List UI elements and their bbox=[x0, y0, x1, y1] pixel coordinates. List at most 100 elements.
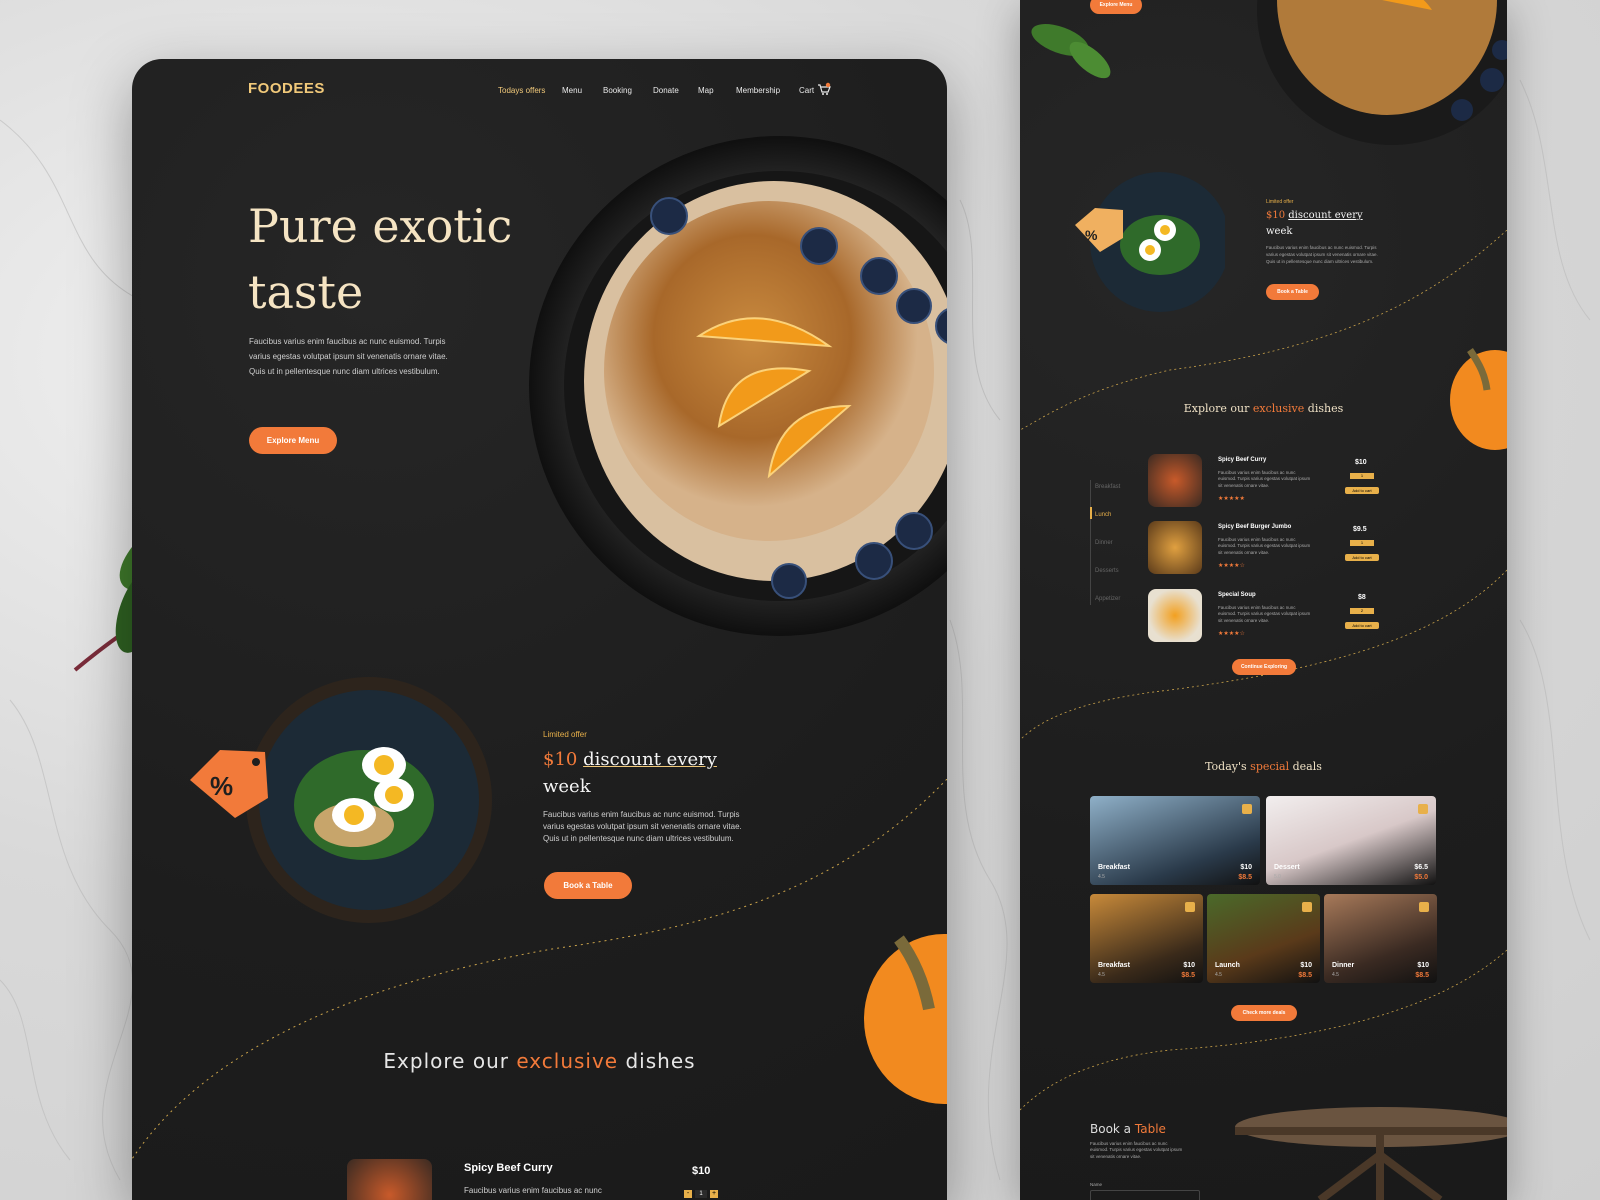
wooden-table-image bbox=[1235, 1107, 1507, 1200]
cart-icon[interactable] bbox=[817, 82, 831, 96]
pumpkin-decoration bbox=[864, 934, 947, 1104]
nav-todays-offers[interactable]: Todays offers bbox=[498, 86, 545, 95]
dish-thumbnail[interactable] bbox=[1148, 454, 1202, 507]
deal-card[interactable]: Breakfast 4.5 $10 $8.5 bbox=[1090, 894, 1203, 983]
deals-title-post: deals bbox=[1292, 760, 1322, 773]
name-field-label: Name bbox=[1090, 1182, 1103, 1187]
explore-menu-button[interactable]: Explore Menu bbox=[249, 427, 337, 454]
bookmark-icon[interactable] bbox=[1242, 804, 1252, 814]
quantity-value[interactable]: 1 bbox=[695, 1190, 707, 1198]
dotted-curve-divider bbox=[132, 779, 947, 1160]
book-title-pre: Book a bbox=[1090, 1122, 1132, 1136]
deal-label: Dinner bbox=[1332, 962, 1355, 969]
offer-eyebrow: Limited offer bbox=[543, 730, 587, 739]
add-to-cart-button[interactable]: Add to cart bbox=[1345, 487, 1379, 494]
side-offer-price: $10 bbox=[1266, 210, 1286, 221]
hero-description: Faucibus varius enim faucibus ac nunc eu… bbox=[249, 337, 448, 377]
continue-exploring-button[interactable]: Continue Exploring bbox=[1232, 659, 1296, 675]
add-to-cart-button[interactable]: Add to cart bbox=[1345, 622, 1379, 629]
dish-name: Spicy Beef Curry bbox=[1218, 457, 1267, 463]
pancake-skillet-image bbox=[529, 136, 947, 636]
deals-title: Today's special deals bbox=[1020, 760, 1507, 773]
offer-price: $10 bbox=[543, 749, 578, 770]
name-input[interactable] bbox=[1090, 1190, 1200, 1200]
dish-thumbnail[interactable] bbox=[1148, 589, 1202, 642]
nav-map[interactable]: Map bbox=[698, 86, 714, 95]
quantity-stepper[interactable]: - 1 + bbox=[684, 1190, 718, 1198]
hero-title-line1: Pure exotic bbox=[248, 199, 513, 253]
nav-membership[interactable]: Membership bbox=[736, 86, 780, 95]
deal-price: $8.5 bbox=[1415, 972, 1429, 979]
check-more-deals-button[interactable]: Check more deals bbox=[1231, 1005, 1297, 1021]
dish-description: Faucibus varius enim faucibus ac nunc eu… bbox=[1218, 537, 1311, 555]
quantity-stepper[interactable]: 2 bbox=[1350, 608, 1374, 614]
offer-title-a: discount every bbox=[583, 749, 717, 770]
deal-old-price: $6.5 bbox=[1414, 864, 1428, 871]
side-dotted-curves bbox=[1020, 230, 1507, 1111]
bookmark-icon[interactable] bbox=[1418, 804, 1428, 814]
dish-name: Special Soup bbox=[1218, 592, 1256, 598]
deal-rating: 4.5 bbox=[1332, 972, 1339, 978]
deal-label: Dessert bbox=[1274, 864, 1300, 871]
category-breakfast[interactable]: Breakfast bbox=[1095, 484, 1120, 490]
explore-title-highlight: exclusive bbox=[516, 1049, 619, 1073]
book-table-description: Faucibus varius enim faucibus ac nunc eu… bbox=[1090, 1141, 1183, 1159]
side-explore-title-pre: Explore our bbox=[1183, 402, 1250, 415]
category-rail bbox=[1090, 480, 1091, 605]
side-explore-title-post: dishes bbox=[1307, 402, 1344, 415]
category-desserts[interactable]: Desserts bbox=[1095, 568, 1119, 574]
nav-donate[interactable]: Donate bbox=[653, 86, 679, 95]
explore-title-pre: Explore our bbox=[383, 1049, 509, 1073]
explore-title-post: dishes bbox=[625, 1049, 696, 1073]
add-to-cart-button[interactable]: Add to cart bbox=[1345, 554, 1379, 561]
quantity-stepper[interactable]: 1 bbox=[1350, 540, 1374, 546]
nav-cart[interactable]: Cart bbox=[799, 86, 814, 95]
hero-title-line2: taste bbox=[248, 265, 364, 319]
dish-rating-stars: ★★★★☆ bbox=[1218, 631, 1245, 637]
dish-price: $8 bbox=[1358, 594, 1366, 601]
side-page-preview: Explore Menu % Limited offer $10 discoun… bbox=[1020, 0, 1507, 1200]
decrement-button[interactable]: - bbox=[684, 1190, 692, 1198]
deal-label: Breakfast bbox=[1098, 962, 1130, 969]
dish-thumbnail[interactable] bbox=[347, 1159, 432, 1200]
book-title-highlight: Table bbox=[1134, 1122, 1166, 1136]
dish-name: Spicy Beef Burger Jumbo bbox=[1218, 524, 1292, 530]
side-basil-decoration bbox=[1031, 24, 1111, 79]
deal-price: $8.5 bbox=[1181, 972, 1195, 979]
dish-description: Faucibus varius enim faucibus ac nunc bbox=[464, 1186, 602, 1195]
deal-card[interactable]: Breakfast 4.5 $10 $8.5 bbox=[1090, 796, 1260, 885]
dish-price: $10 bbox=[692, 1165, 711, 1177]
nav-booking[interactable]: Booking bbox=[603, 86, 632, 95]
deal-old-price: $10 bbox=[1183, 962, 1195, 969]
side-explore-title: Explore our exclusive dishes bbox=[1020, 402, 1507, 415]
side-offer-eyebrow: Limited offer bbox=[1266, 199, 1294, 205]
category-dinner[interactable]: Dinner bbox=[1095, 540, 1113, 546]
category-lunch[interactable]: Lunch bbox=[1095, 512, 1111, 518]
quantity-stepper[interactable]: 1 bbox=[1350, 473, 1374, 479]
deal-card[interactable]: Dinner 4.5 $10 $8.5 bbox=[1324, 894, 1437, 983]
deal-price: $8.5 bbox=[1238, 874, 1252, 881]
side-skillet-image bbox=[1257, 0, 1507, 145]
dish-thumbnail[interactable] bbox=[1148, 521, 1202, 574]
nav-menu[interactable]: Menu bbox=[562, 86, 582, 95]
category-appetizer[interactable]: Appetizer bbox=[1095, 596, 1120, 602]
deal-card[interactable]: Launch 4.5 $10 $8.5 bbox=[1207, 894, 1320, 983]
dish-rating-stars: ★★★★★ bbox=[1218, 496, 1245, 502]
deal-label: Launch bbox=[1215, 962, 1240, 969]
bookmark-icon[interactable] bbox=[1185, 902, 1195, 912]
dish-rating-stars: ★★★★☆ bbox=[1218, 563, 1245, 569]
side-offer-title-a: discount every bbox=[1288, 210, 1363, 221]
increment-button[interactable]: + bbox=[710, 1190, 718, 1198]
brand-logo[interactable]: FOODEES bbox=[248, 80, 325, 97]
main-landing-page: FOODEES Todays offers Menu Booking Donat… bbox=[132, 59, 947, 1200]
deal-label: Breakfast bbox=[1098, 864, 1130, 871]
deal-rating: 5.0 bbox=[1274, 874, 1281, 880]
dish-description: Faucibus varius enim faucibus ac nunc eu… bbox=[1218, 605, 1311, 623]
hero-title: Pure exotic taste bbox=[248, 193, 512, 325]
dish-description: Faucibus varius enim faucibus ac nunc eu… bbox=[1218, 470, 1311, 488]
deal-card[interactable]: Dessert 5.0 $6.5 $5.0 bbox=[1266, 796, 1436, 885]
deals-title-pre: Today's bbox=[1205, 760, 1247, 773]
bookmark-icon[interactable] bbox=[1302, 902, 1312, 912]
bookmark-icon[interactable] bbox=[1419, 902, 1429, 912]
dish-name: Spicy Beef Curry bbox=[464, 1162, 553, 1174]
